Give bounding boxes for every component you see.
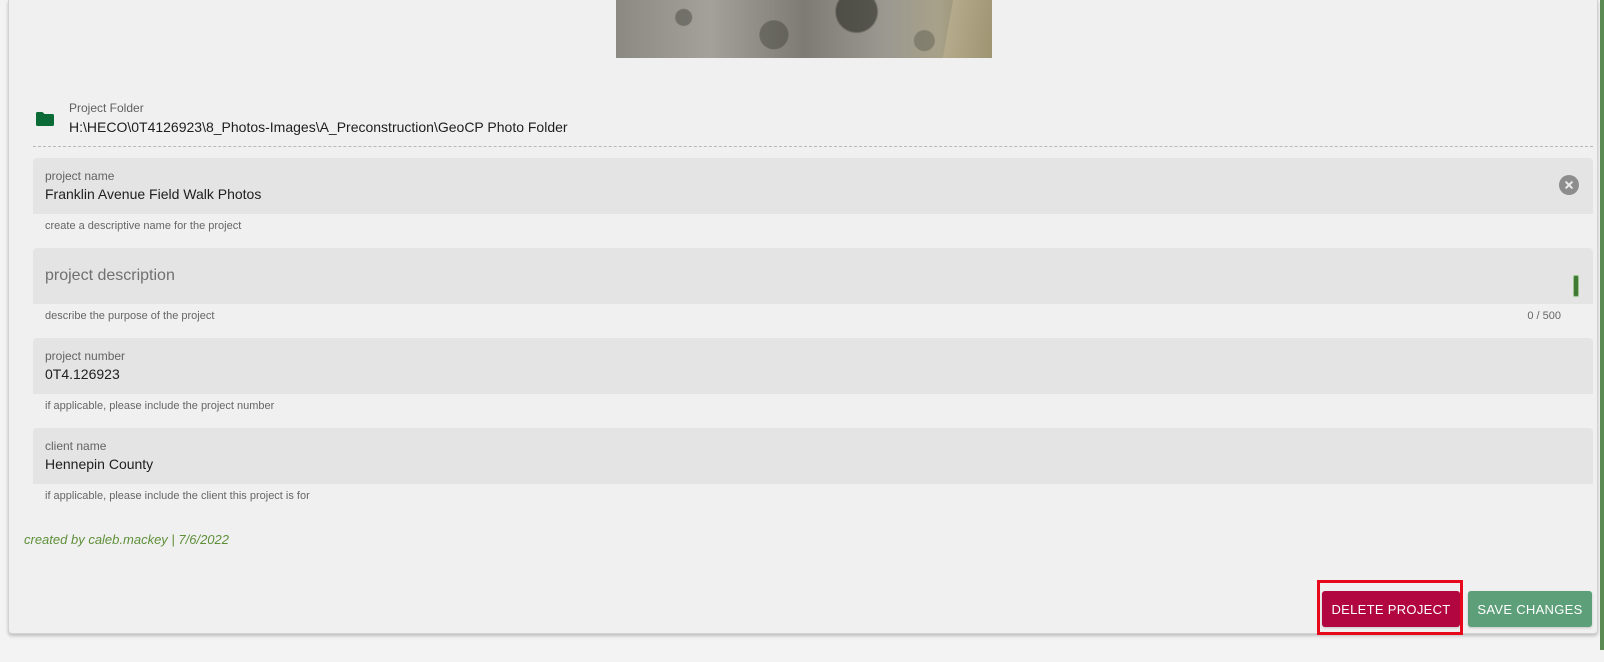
character-counter: 0 / 500 <box>1527 310 1561 322</box>
client-name-label: client name <box>45 439 107 453</box>
project-number-hint: if applicable, please include the projec… <box>45 400 275 412</box>
project-folder-label: Project Folder <box>69 101 144 115</box>
project-number-input[interactable]: 0T4.126923 <box>45 366 120 382</box>
client-name-input[interactable]: Hennepin County <box>45 456 153 472</box>
save-changes-button[interactable]: SAVE CHANGES <box>1468 591 1592 627</box>
project-folder-path: H:\HECO\0T4126923\8_Photos-Images\A_Prec… <box>69 119 568 135</box>
project-edit-page: Project Folder H:\HECO\0T4126923\8_Photo… <box>0 0 1604 662</box>
project-description-field[interactable]: project description <box>33 248 1593 304</box>
client-name-hint: if applicable, please include the client… <box>45 490 310 502</box>
client-name-field[interactable]: client name Hennepin County <box>33 428 1593 484</box>
photo-grass-edge <box>940 0 992 58</box>
project-folder-row: Project Folder H:\HECO\0T4126923\8_Photo… <box>33 100 1593 147</box>
resize-handle-icon[interactable] <box>1573 275 1579 297</box>
project-name-input[interactable]: Franklin Avenue Field Walk Photos <box>45 186 261 202</box>
project-photo-preview <box>616 0 992 58</box>
project-name-hint: create a descriptive name for the projec… <box>45 220 242 232</box>
folder-icon <box>35 111 55 127</box>
project-number-label: project number <box>45 349 126 363</box>
project-description-input[interactable]: project description <box>45 267 175 285</box>
project-name-label: project name <box>45 169 115 183</box>
project-number-field[interactable]: project number 0T4.126923 <box>33 338 1593 394</box>
project-card: Project Folder H:\HECO\0T4126923\8_Photo… <box>8 0 1598 634</box>
project-description-hint: describe the purpose of the project <box>45 310 215 322</box>
clear-icon[interactable] <box>1559 175 1579 195</box>
right-edge-accent <box>1600 0 1604 650</box>
project-name-field[interactable]: project name Franklin Avenue Field Walk … <box>33 158 1593 214</box>
delete-project-button[interactable]: DELETE PROJECT <box>1322 591 1460 627</box>
created-info: created by caleb.mackey | 7/6/2022 <box>24 532 229 547</box>
